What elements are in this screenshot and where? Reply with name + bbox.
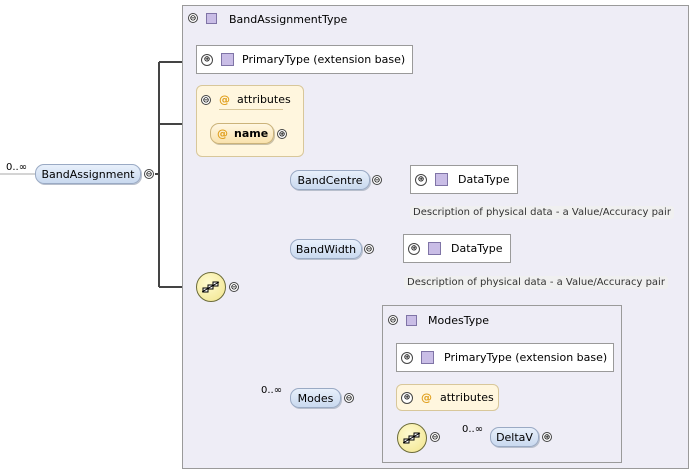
attribute-icon: @ (217, 127, 228, 140)
band-centre-element[interactable]: BandCentre (290, 170, 370, 190)
collapse-icon[interactable]: ⊖ (344, 393, 354, 404)
expand-icon[interactable]: ⊕ (401, 351, 413, 364)
expand-icon[interactable]: ⊕ (401, 391, 413, 404)
element-name: BandCentre (297, 173, 363, 187)
sequence-icon (202, 281, 220, 293)
band-centre-description: Description of physical data - a Value/A… (410, 206, 674, 219)
sequence-icon (403, 432, 421, 444)
complex-type-icon (206, 13, 217, 24)
attributes-title: attributes (237, 93, 291, 106)
modes-element[interactable]: Modes (290, 388, 341, 408)
type-name: BandAssignmentType (229, 13, 348, 26)
collapse-icon[interactable]: ⊖ (364, 244, 374, 255)
collapse-icon[interactable]: ⊖ (229, 282, 239, 293)
attributes-title: attributes (440, 391, 494, 404)
modes-attributes-group[interactable]: ⊕ @ attributes (396, 384, 499, 411)
element-name: BandAssignment (41, 167, 135, 181)
modes-primary-type-box[interactable]: ⊕ PrimaryType (extension base) (396, 343, 614, 372)
expand-icon[interactable]: ⊕ (542, 432, 552, 443)
complex-type-icon (221, 53, 234, 66)
delta-v-element[interactable]: DeltaV (490, 427, 539, 447)
type-label: DataType (458, 173, 510, 186)
collapse-icon[interactable]: ⊖ (372, 175, 382, 186)
sequence-compositor-icon[interactable] (196, 272, 226, 302)
element-name: BandWidth (295, 242, 357, 256)
band-width-element[interactable]: BandWidth (290, 239, 362, 259)
expand-icon[interactable]: ⊕ (415, 173, 427, 186)
expand-icon[interactable]: ⊕ (277, 129, 287, 140)
type-name: ModesType (428, 314, 489, 327)
attribute-icon: @ (219, 93, 230, 106)
band-assignment-element[interactable]: BandAssignment (35, 164, 141, 184)
attribute-icon: @ (421, 391, 432, 404)
name-attribute[interactable]: @ name (210, 123, 274, 144)
divider (219, 109, 283, 110)
root-occurs-label: 0..∞ (6, 162, 28, 173)
collapse-icon[interactable]: ⊖ (144, 169, 154, 180)
modes-occurs-label: 0..∞ (261, 385, 283, 396)
complex-type-icon (428, 242, 441, 255)
primary-type-box[interactable]: ⊕ PrimaryType (extension base) (196, 45, 413, 74)
type-label: DataType (451, 242, 503, 255)
band-width-description: Description of physical data - a Value/A… (404, 276, 668, 289)
collapse-icon[interactable]: ⊖ (201, 95, 211, 106)
sequence-compositor-icon[interactable] (397, 423, 427, 453)
primary-type-label: PrimaryType (extension base) (242, 53, 406, 66)
band-width-type-box[interactable]: ⊕ DataType (403, 234, 511, 263)
complex-type-icon (421, 351, 434, 364)
collapse-icon[interactable]: ⊖ (188, 13, 198, 24)
attribute-name: name (234, 127, 269, 140)
attributes-group: ⊖ @ attributes (196, 85, 304, 157)
delta-v-occurs-label: 0..∞ (462, 424, 484, 435)
complex-type-icon (406, 315, 417, 326)
primary-type-label: PrimaryType (extension base) (444, 351, 608, 364)
expand-icon[interactable]: ⊕ (201, 53, 213, 66)
element-name: Modes (297, 391, 334, 405)
band-centre-type-box[interactable]: ⊕ DataType (410, 165, 518, 194)
expand-icon[interactable]: ⊕ (408, 242, 420, 255)
collapse-icon[interactable]: ⊖ (430, 432, 440, 443)
element-name: DeltaV (496, 430, 533, 444)
collapse-icon[interactable]: ⊖ (388, 315, 398, 326)
complex-type-icon (435, 173, 448, 186)
